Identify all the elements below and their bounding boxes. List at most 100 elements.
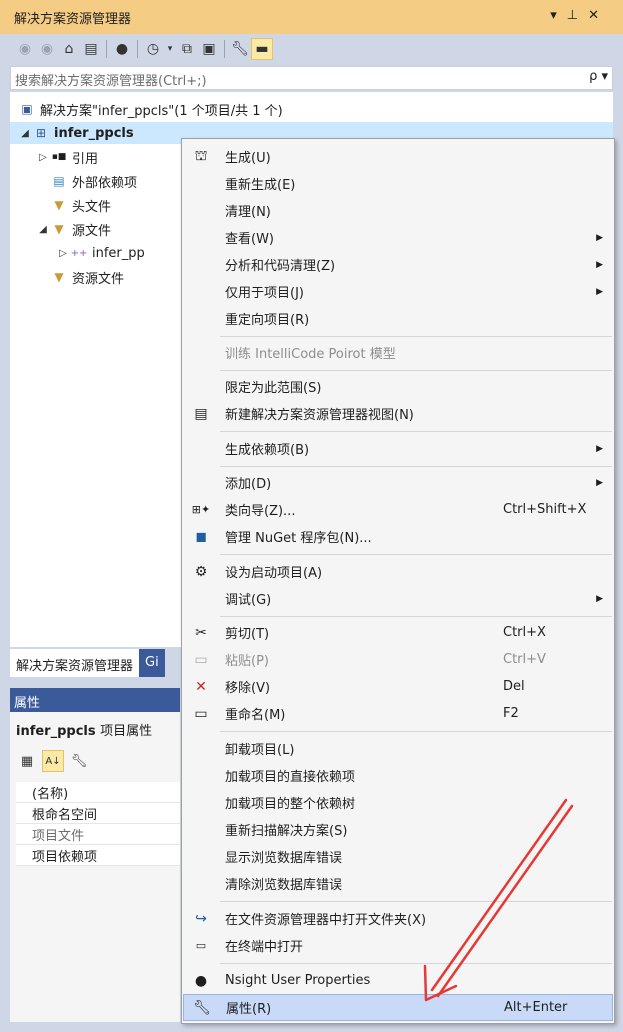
menu-item-scope[interactable]: 限定为此范围(S) <box>183 373 613 400</box>
tab-git[interactable]: Gi <box>139 649 165 677</box>
menu-item-label: 仅用于项目(J) <box>225 286 304 301</box>
menu-item-view[interactable]: 查看(W) ▶ <box>183 224 613 251</box>
expand-arrow-icon[interactable]: ◢ <box>18 128 32 139</box>
external-deps-icon: ▤ <box>53 174 65 188</box>
menu-item-label: Nsight User Properties <box>225 973 371 988</box>
back-icon[interactable]: ◉ <box>14 38 36 60</box>
property-row[interactable]: 根命名空间 <box>16 803 180 824</box>
tree-item-label: 源文件 <box>72 223 112 239</box>
expand-arrow-icon[interactable]: ▷ <box>36 152 50 163</box>
properties-toolbar: ▦ A↓ 🔧︎ <box>16 750 90 772</box>
menu-item-new-view[interactable]: ▤ 新建解决方案资源管理器视图(N) <box>183 400 613 427</box>
preview-icon[interactable]: ▬ <box>251 38 273 60</box>
menu-item-label: 移除(V) <box>225 681 271 696</box>
menu-item-label: 生成依赖项(B) <box>225 443 310 458</box>
class-wizard-icon: ⊞✦ <box>191 503 211 516</box>
menu-item-label: 管理 NuGet 程序包(N)... <box>225 531 372 546</box>
menu-item-nsight[interactable]: ● Nsight User Properties <box>183 967 613 994</box>
menu-item-remove[interactable]: ✕ 移除(V) Del <box>183 673 613 700</box>
tree-item-label: 外部依赖项 <box>72 175 138 191</box>
menu-item-clean[interactable]: 清理(N) <box>183 197 613 224</box>
menu-item-build[interactable]: ⛫ 生成(U) <box>183 143 613 170</box>
menu-item-label: 限定为此范围(S) <box>225 381 322 396</box>
menu-item-label: 显示浏览数据库错误 <box>225 851 343 866</box>
menu-item-nuget[interactable]: ◼ 管理 NuGet 程序包(N)... <box>183 523 613 550</box>
bottom-tab-strip: 解决方案资源管理器 Gi <box>10 649 180 677</box>
solution-icon: ▣ <box>21 102 33 116</box>
toolbar-divider <box>106 40 107 58</box>
filter-folder-icon: ▼ <box>54 198 64 212</box>
properties-object-name: infer_ppcls <box>16 724 96 739</box>
menu-item-open-terminal[interactable]: ▭ 在终端中打开 <box>183 932 613 959</box>
menu-item-show-db-errors[interactable]: 显示浏览数据库错误 <box>183 843 613 870</box>
menu-item-rescan[interactable]: 重新扫描解决方案(S) <box>183 816 613 843</box>
menu-divider <box>220 466 612 467</box>
properties-icon[interactable]: 🔧︎ <box>229 38 251 60</box>
pin-icon[interactable]: ⊥ <box>567 8 588 23</box>
wrench-icon: 🔧︎ <box>193 999 211 1016</box>
menu-item-load-direct-deps[interactable]: 加载项目的直接依赖项 <box>183 762 613 789</box>
wrench-icon[interactable]: 🔧︎ <box>68 750 90 772</box>
pending-changes-icon[interactable]: ◷ <box>142 38 164 60</box>
menu-item-set-startup[interactable]: ⚙ 设为启动项目(A) <box>183 558 613 585</box>
tab-solution-explorer[interactable]: 解决方案资源管理器 <box>10 649 140 677</box>
collapse-all-icon[interactable]: ⧉ <box>176 38 198 60</box>
menu-item-label: 查看(W) <box>225 232 274 247</box>
nsight-icon: ● <box>194 972 208 989</box>
home-icon[interactable]: ⌂ <box>58 38 80 60</box>
menu-item-cut[interactable]: ✂ 剪切(T) Ctrl+X <box>183 619 613 646</box>
menu-item-clear-db-errors[interactable]: 清除浏览数据库错误 <box>183 870 613 897</box>
menu-item-class-wizard[interactable]: ⊞✦ 类向导(Z)... Ctrl+Shift+X <box>183 496 613 523</box>
expand-arrow-icon[interactable]: ▷ <box>56 248 70 259</box>
tree-item-label: infer_pp <box>92 245 145 261</box>
project-icon: ⊞ <box>35 126 47 140</box>
menu-item-project-only[interactable]: 仅用于项目(J) ▶ <box>183 278 613 305</box>
menu-item-shortcut: Ctrl+Shift+X <box>503 502 587 517</box>
menu-item-retarget[interactable]: 重定向项目(R) <box>183 305 613 332</box>
menu-item-load-all-deps[interactable]: 加载项目的整个依赖树 <box>183 789 613 816</box>
expand-arrow-icon[interactable]: ◢ <box>36 224 50 235</box>
tree-item-label: 引用 <box>72 151 99 167</box>
menu-item-shortcut: F2 <box>503 706 519 721</box>
close-icon[interactable]: ✕ <box>588 8 609 23</box>
build-icon: ⛫ <box>194 147 208 164</box>
submenu-arrow-icon: ▶ <box>596 593 603 604</box>
property-row[interactable]: (名称) <box>16 782 180 803</box>
menu-item-unload[interactable]: 卸载项目(L) <box>183 735 613 762</box>
alphabetical-icon[interactable]: A↓ <box>42 750 64 772</box>
submenu-arrow-icon: ▶ <box>596 443 603 454</box>
dropdown-icon[interactable]: ▾ <box>164 38 176 60</box>
menu-item-label: 卸载项目(L) <box>225 743 295 758</box>
menu-item-intellicode[interactable]: 训练 IntelliCode Poirot 模型 <box>183 339 613 366</box>
references-icon: ▪■ <box>51 152 67 162</box>
gear-icon: ⚙ <box>194 563 208 580</box>
menu-item-rename[interactable]: ▭ 重命名(M) F2 <box>183 700 613 727</box>
menu-divider <box>220 554 612 555</box>
menu-item-build-deps[interactable]: 生成依赖项(B) ▶ <box>183 435 613 462</box>
menu-item-properties[interactable]: 🔧︎ 属性(R) Alt+Enter <box>183 994 613 1021</box>
tree-solution-node[interactable]: ▣ 解决方案"infer_ppcls"(1 个项目/共 1 个) <box>10 98 613 120</box>
menu-item-analyze[interactable]: 分析和代码清理(Z) ▶ <box>183 251 613 278</box>
property-row[interactable]: 项目文件 <box>16 824 180 845</box>
menu-item-shortcut: Ctrl+X <box>503 625 546 640</box>
forward-icon[interactable]: ◉ <box>36 38 58 60</box>
show-all-files-icon[interactable]: ▣ <box>198 38 220 60</box>
search-icon[interactable]: ρ ▾ <box>589 69 608 84</box>
menu-item-rebuild[interactable]: 重新生成(E) <box>183 170 613 197</box>
menu-item-open-folder[interactable]: ↪ 在文件资源管理器中打开文件夹(X) <box>183 905 613 932</box>
filter-folder-icon: ▼ <box>54 222 64 236</box>
property-row[interactable]: 项目依赖项 <box>16 845 180 866</box>
menu-divider <box>220 963 612 964</box>
categorized-icon[interactable]: ▦ <box>16 750 38 772</box>
menu-item-add[interactable]: 添加(D) ▶ <box>183 469 613 496</box>
switch-views-icon[interactable]: ▤ <box>80 38 102 60</box>
menu-item-label: 清除浏览数据库错误 <box>225 878 343 893</box>
menu-item-debug[interactable]: 调试(G) ▶ <box>183 585 613 612</box>
menu-item-paste[interactable]: ▭ 粘贴(P) Ctrl+V <box>183 646 613 673</box>
search-input[interactable]: 搜索解决方案资源管理器(Ctrl+;) ρ ▾ <box>10 66 613 90</box>
menu-item-label: 重定向项目(R) <box>225 313 310 328</box>
dropdown-icon[interactable]: ▾ <box>550 8 567 23</box>
menu-item-label: 在文件资源管理器中打开文件夹(X) <box>225 913 427 928</box>
globe-icon[interactable]: ● <box>111 38 133 60</box>
window-controls: ▾⊥✕ <box>550 8 609 23</box>
